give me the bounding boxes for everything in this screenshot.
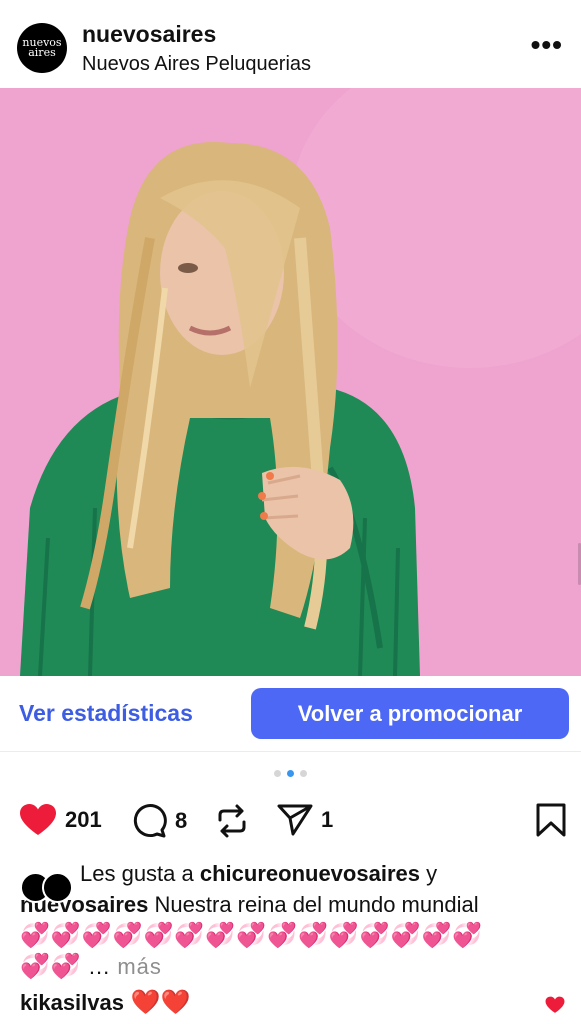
caption-more-link[interactable]: más [117, 954, 162, 979]
caption-hearts-row-2: 💞💞 ... más [20, 951, 565, 982]
action-bar: 201 8 1 [0, 795, 581, 843]
boost-again-button[interactable]: Volver a promocionar [251, 688, 569, 739]
comment-user[interactable]: kikasilvas [20, 990, 124, 1015]
caption-hearts-1: 💞💞💞💞💞💞💞💞💞💞💞💞💞💞💞 [20, 922, 484, 949]
avatar[interactable]: nuevos aires [17, 23, 67, 73]
caption-ellipsis: ... [81, 954, 118, 979]
repost-icon[interactable] [216, 803, 248, 839]
comment-like-icon[interactable] [545, 996, 565, 1014]
more-options-icon[interactable]: ••• [531, 31, 563, 59]
liked-by-line: Les gusta a chicureonuevosaires y [20, 858, 565, 903]
avatar-text-2: aires [28, 46, 56, 59]
caption-text: Nuestra reina del mundo mundial [148, 892, 479, 917]
like-count[interactable]: 201 [65, 807, 102, 833]
boost-again-label: Volver a promocionar [297, 700, 523, 726]
send-icon[interactable] [277, 803, 313, 837]
repost-action[interactable] [216, 803, 248, 839]
post-header: nuevos aires nuevosaires Nuevos Aires Pe… [0, 0, 581, 88]
promo-bar: Ver estadísticas Volver a promocionar [0, 676, 581, 752]
post-caption: Les gusta a chicureonuevosaires y nuevos… [20, 858, 565, 982]
comment-preview[interactable]: kikasilvas ❤️❤️ [20, 988, 190, 1017]
post-username[interactable]: nuevosaires [82, 21, 216, 48]
liked-by-prefix: Les gusta a [80, 861, 200, 886]
liked-by-avatars[interactable] [20, 872, 74, 903]
heart-icon[interactable] [19, 803, 57, 837]
comment-text: ❤️❤️ [123, 989, 191, 1016]
avatar [42, 872, 73, 903]
liked-by-conjunction: y [419, 861, 438, 886]
save-action[interactable] [536, 803, 566, 837]
post-subtitle[interactable]: Nuevos Aires Peluquerias [82, 53, 311, 76]
comment-icon[interactable] [131, 803, 167, 839]
liked-by-user[interactable]: chicureonuevosaires [200, 861, 420, 886]
post-image[interactable] [0, 88, 581, 676]
comment-count[interactable]: 8 [175, 808, 187, 834]
caption-text-line: nuevosaires Nuestra reina del mundo mund… [20, 889, 565, 920]
share-count[interactable]: 1 [321, 807, 333, 833]
comment-action[interactable]: 8 [131, 803, 187, 839]
like-action[interactable]: 201 [19, 803, 102, 837]
carousel-dot [274, 770, 281, 777]
bookmark-icon[interactable] [536, 803, 566, 837]
share-action[interactable]: 1 [277, 803, 333, 837]
carousel-dot-active [287, 770, 294, 777]
carousel-dot [300, 770, 307, 777]
carousel-indicator [0, 770, 581, 777]
caption-hearts-2: 💞💞 [20, 953, 82, 980]
view-insights-link[interactable]: Ver estadísticas [19, 700, 193, 727]
post-photo-illustration [0, 88, 581, 676]
